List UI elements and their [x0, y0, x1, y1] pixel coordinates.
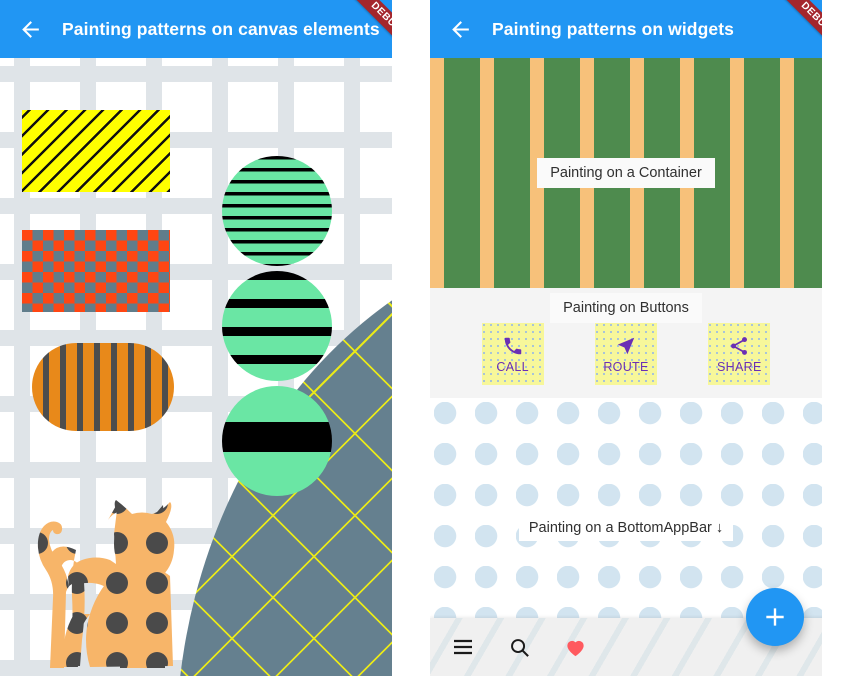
pattern-canvas: [0, 58, 392, 676]
circle-medium-stripes-shape: [222, 271, 332, 381]
painted-buttons-row: CALL ROUTE SHARE: [430, 323, 822, 385]
arrow-back-icon: [21, 20, 39, 38]
left-app-bar: Painting patterns on canvas elements DEB…: [0, 0, 392, 58]
right-app-bar: Painting patterns on widgets DEBUG: [430, 0, 822, 58]
widgets-content: Painting on a Container Painting on Butt…: [430, 58, 822, 676]
route-button-label: ROUTE: [603, 359, 649, 374]
circle-thin-stripes-shape: [222, 156, 332, 266]
search-button[interactable]: [502, 630, 536, 664]
debug-ribbon-label: DEBUG: [772, 0, 822, 58]
bottom-app-bar-hint: Painting on a BottomAppBar ↓: [518, 515, 734, 541]
arrow-back-icon: [451, 20, 469, 38]
right-app-bar-title: Painting patterns on widgets: [492, 18, 734, 39]
widgets-screen: Painting patterns on widgets DEBUG Paint…: [430, 0, 822, 676]
share-icon: [731, 336, 748, 355]
back-button[interactable]: [6, 5, 54, 53]
heart-icon: [566, 640, 584, 656]
navigation-arrow-icon: [617, 337, 635, 354]
share-button[interactable]: SHARE: [708, 323, 771, 385]
hamburger-menu-icon: [454, 639, 472, 655]
floating-action-button[interactable]: [746, 588, 804, 646]
rect-diagonal-stripes-shape: [22, 110, 170, 192]
rect-checkerboard-shape: [22, 230, 170, 312]
plus-icon: [766, 608, 784, 626]
menu-button[interactable]: [446, 630, 480, 664]
search-icon: [510, 638, 529, 657]
container-label: Painting on a Container: [537, 158, 715, 188]
buttons-section: Painting on Buttons CALL ROUTE SHARE: [430, 288, 822, 398]
left-app-bar-title: Painting patterns on canvas elements: [62, 18, 380, 39]
debug-ribbon-right: DEBUG: [760, 0, 822, 58]
bottom-app-bar-hint-label: Painting on a BottomAppBar ↓: [528, 520, 724, 536]
favorite-button[interactable]: [558, 630, 592, 664]
cat-polka-dots-shape: [37, 500, 175, 668]
phone-icon: [504, 337, 521, 354]
route-button[interactable]: ROUTE: [594, 323, 657, 385]
circle-thick-stripes-shape: [222, 386, 332, 496]
back-button-right[interactable]: [436, 5, 484, 53]
canvas-elements-screen: Painting patterns on canvas elements DEB…: [0, 0, 392, 676]
call-button[interactable]: CALL: [481, 323, 544, 385]
share-button-label: SHARE: [717, 359, 762, 374]
buttons-section-title: Painting on Buttons: [550, 293, 702, 323]
call-button-label: CALL: [496, 359, 529, 374]
stadium-vertical-stripes-shape: [32, 343, 174, 431]
painted-container: Painting on a Container: [430, 58, 822, 288]
